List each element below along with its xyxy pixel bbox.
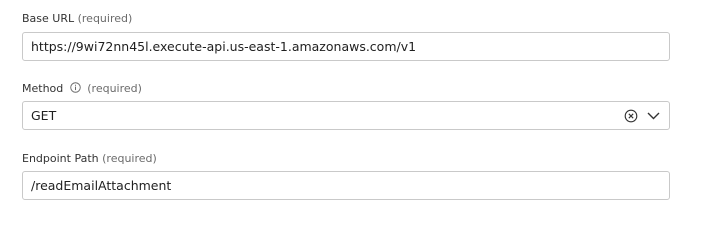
endpoint-path-value: /readEmailAttachment [31, 178, 172, 193]
endpoint-path-label: Endpoint Path (required) [22, 152, 157, 166]
method-value: GET [31, 108, 57, 123]
method-required-text: (required) [87, 82, 142, 95]
method-label-text: Method [22, 82, 64, 95]
base-url-value: https://9wi72nn45l.execute-api.us-east-1… [31, 39, 417, 54]
base-url-label: Base URL (required) [22, 12, 132, 26]
chevron-down-icon[interactable] [647, 111, 660, 121]
endpoint-path-label-text: Endpoint Path [22, 152, 99, 165]
clear-icon[interactable] [624, 109, 638, 123]
endpoint-path-input[interactable]: /readEmailAttachment [22, 171, 670, 200]
base-url-input[interactable]: https://9wi72nn45l.execute-api.us-east-1… [22, 32, 670, 61]
method-select[interactable]: GET [22, 101, 670, 130]
info-icon[interactable] [70, 82, 81, 93]
request-config-form: Base URL (required) https://9wi72nn45l.e… [0, 0, 712, 214]
base-url-label-text: Base URL [22, 12, 75, 25]
method-label: Method (required) [22, 82, 142, 96]
base-url-required-text: (required) [77, 12, 133, 25]
endpoint-path-required-text: (required) [102, 152, 157, 165]
